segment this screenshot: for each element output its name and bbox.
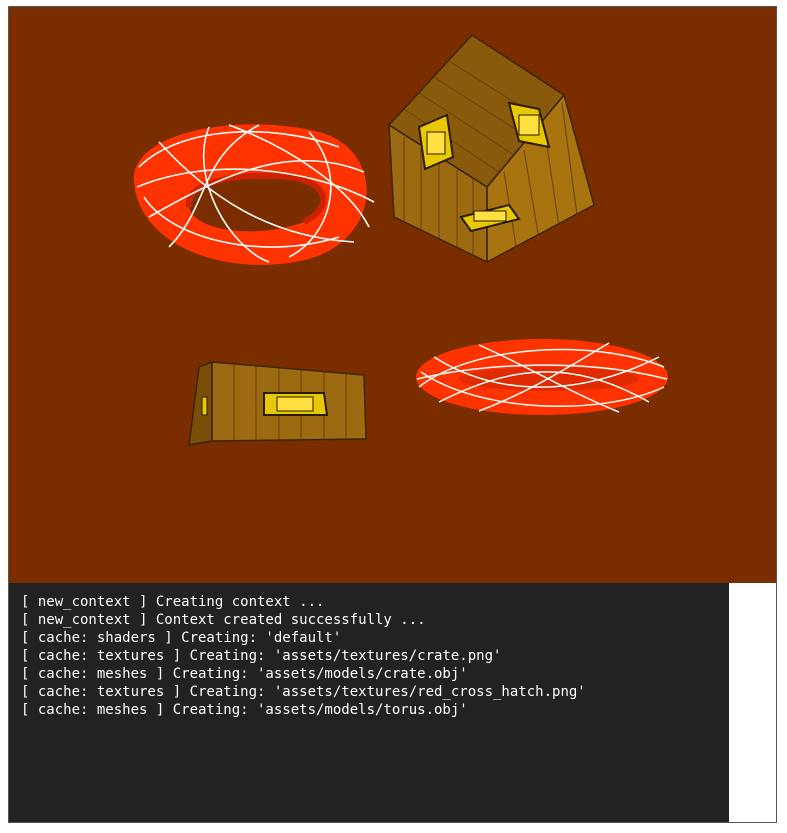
log-line: [ new_context ] Creating context ... xyxy=(21,594,325,610)
crate-large xyxy=(387,34,595,264)
torus-flat xyxy=(416,339,668,415)
app-frame: [ new_context ] Creating context ... [ n… xyxy=(8,6,777,823)
log-line: [ cache: textures ] Creating: 'assets/te… xyxy=(21,648,502,664)
log-line: [ cache: meshes ] Creating: 'assets/mode… xyxy=(21,702,468,718)
log-line: [ new_context ] Context created successf… xyxy=(21,612,426,628)
log-line: [ cache: shaders ] Creating: 'default' xyxy=(21,630,342,646)
console-gutter xyxy=(729,583,776,822)
crate-latch xyxy=(263,392,329,416)
render-viewport[interactable] xyxy=(9,7,776,583)
scene-canvas xyxy=(133,34,668,446)
log-line: [ cache: textures ] Creating: 'assets/te… xyxy=(21,684,586,700)
torus-large xyxy=(133,124,375,265)
log-line: [ cache: meshes ] Creating: 'assets/mode… xyxy=(21,666,468,682)
crate-small xyxy=(188,360,367,446)
log-console: [ new_context ] Creating context ... [ n… xyxy=(9,583,729,822)
